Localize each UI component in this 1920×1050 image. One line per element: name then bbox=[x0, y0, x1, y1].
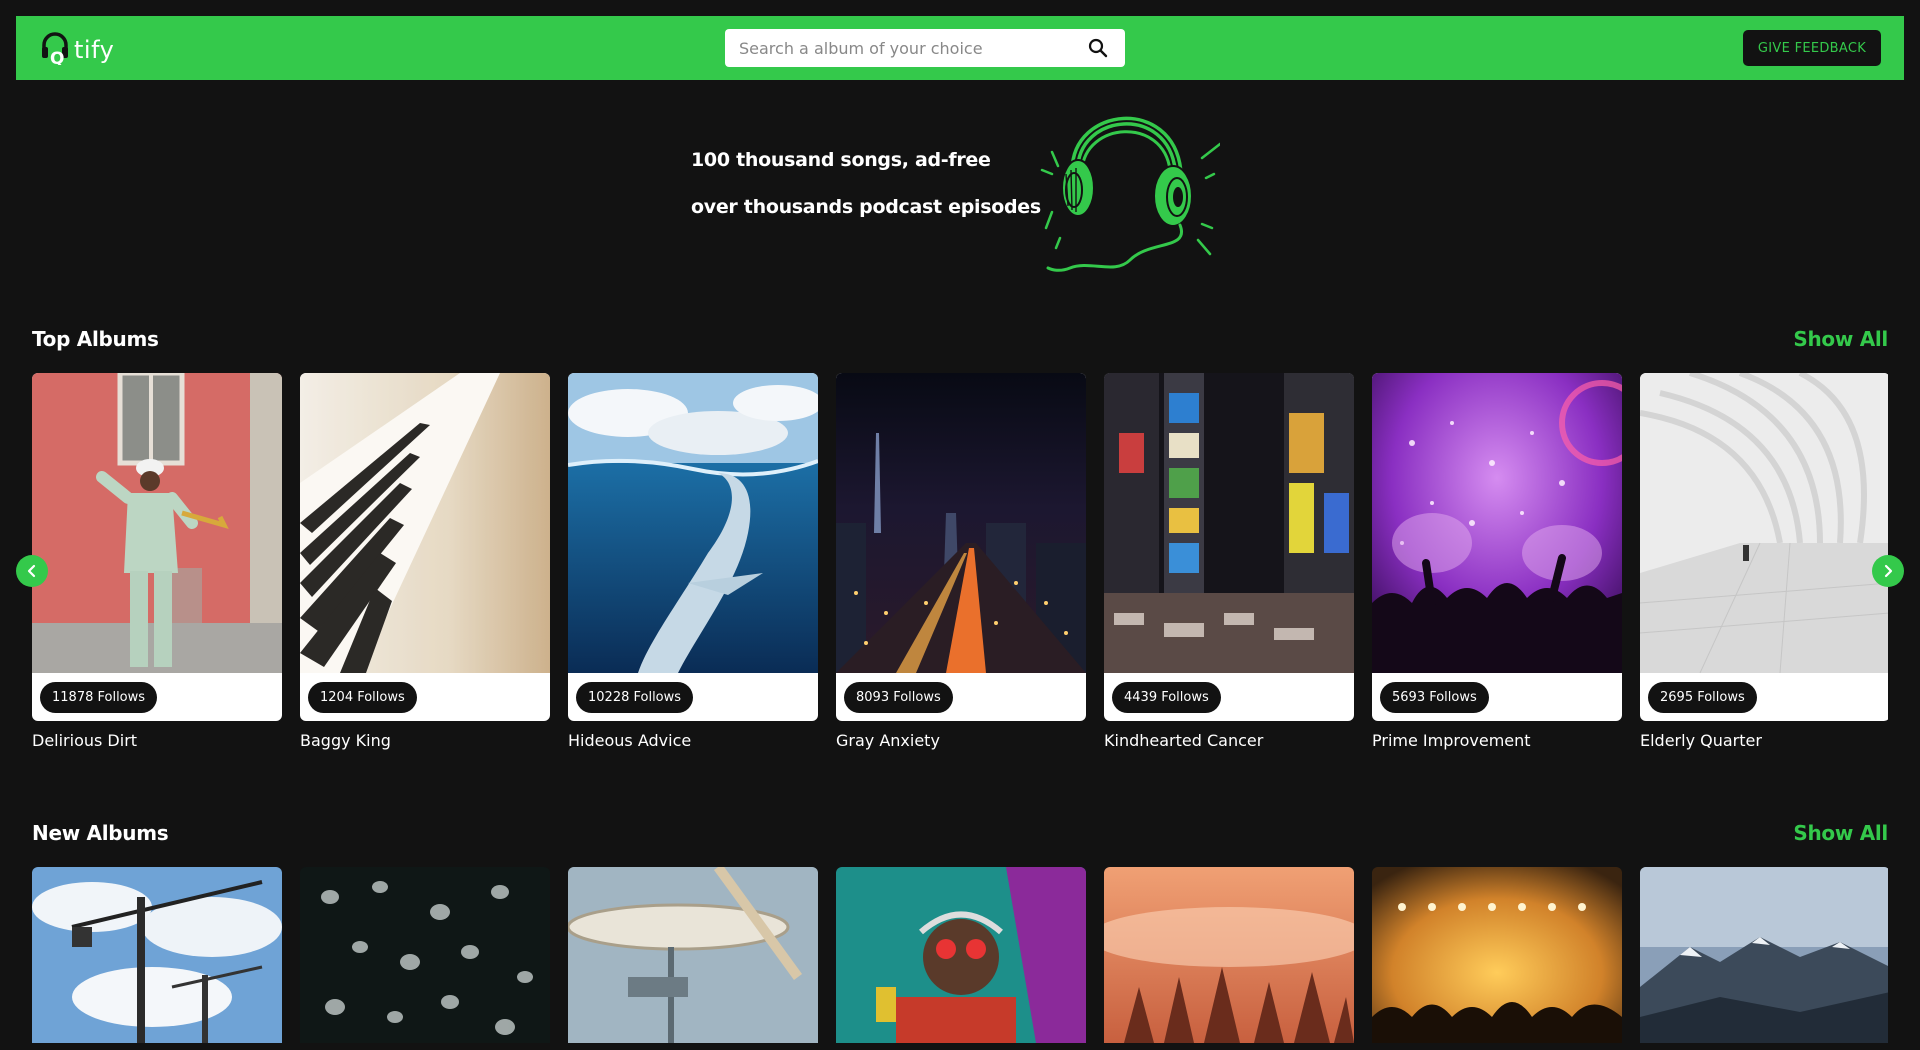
album-card[interactable]: 2695 Follows Elderly Quarter bbox=[1640, 373, 1888, 750]
album-name: Prime Improvement bbox=[1372, 731, 1531, 750]
hero-line-songs: 100 thousand songs, ad-free bbox=[691, 149, 991, 171]
top-albums-carousel: 11878 Follows Delirious Dirt 1204 Follow… bbox=[32, 373, 1888, 753]
navbar: Q tify GIVE FEEDBACK bbox=[16, 16, 1904, 80]
album-card[interactable]: 10228 Follows Hideous Advice bbox=[568, 373, 818, 750]
album-cover bbox=[568, 373, 818, 673]
top-albums-header: Top Albums Show All bbox=[32, 327, 1888, 351]
album-card-box: 10228 Follows bbox=[568, 373, 818, 721]
album-name: Gray Anxiety bbox=[836, 731, 940, 750]
chevron-right-icon bbox=[1884, 564, 1893, 578]
album-cover bbox=[836, 373, 1086, 673]
album-card[interactable]: 11878 Follows Delirious Dirt bbox=[32, 373, 282, 750]
new-albums-show-all[interactable]: Show All bbox=[1793, 821, 1888, 845]
headphones-icon: Q bbox=[42, 32, 68, 65]
svg-text:Q: Q bbox=[50, 49, 64, 65]
new-albums-title: New Albums bbox=[32, 821, 169, 845]
album-name: Baggy King bbox=[300, 731, 391, 750]
album-cover bbox=[568, 867, 818, 1043]
album-card-footer: 1204 Follows bbox=[300, 673, 550, 721]
new-albums-header: New Albums Show All bbox=[32, 821, 1888, 845]
follows-badge: 11878 Follows bbox=[40, 681, 158, 713]
logo-text: tify bbox=[74, 36, 115, 64]
album-card[interactable]: 8093 Follows Gray Anxiety bbox=[836, 373, 1086, 750]
album-card-box: 8093 Follows bbox=[836, 373, 1086, 721]
album-name: Hideous Advice bbox=[568, 731, 692, 750]
album-card-box: 1204 Follows bbox=[300, 373, 550, 721]
album-cover bbox=[1640, 867, 1888, 1043]
follows-badge: 10228 Follows bbox=[576, 681, 694, 713]
album-card[interactable] bbox=[1372, 867, 1622, 1043]
album-name: Elderly Quarter bbox=[1640, 731, 1762, 750]
album-cover bbox=[300, 373, 550, 673]
search-button[interactable] bbox=[1085, 35, 1111, 61]
hero-headphones-illustration bbox=[1040, 116, 1220, 272]
album-cover bbox=[1104, 867, 1354, 1043]
album-cover bbox=[1640, 373, 1888, 673]
hero-line-podcasts: over thousands podcast episodes bbox=[691, 196, 1041, 218]
album-card-box: 4439 Follows bbox=[1104, 373, 1354, 721]
album-cover bbox=[300, 867, 550, 1043]
album-card-footer: 11878 Follows bbox=[32, 673, 282, 721]
album-card[interactable] bbox=[568, 867, 818, 1043]
album-card[interactable]: 1204 Follows Baggy King bbox=[300, 373, 550, 750]
search-icon bbox=[1088, 38, 1108, 58]
top-albums-track: 11878 Follows Delirious Dirt 1204 Follow… bbox=[32, 373, 1888, 750]
album-card[interactable] bbox=[32, 867, 282, 1043]
album-cover bbox=[1372, 867, 1622, 1043]
album-cover bbox=[836, 867, 1086, 1043]
album-name: Delirious Dirt bbox=[32, 731, 138, 750]
follows-badge: 8093 Follows bbox=[844, 681, 953, 713]
follows-badge: 1204 Follows bbox=[308, 681, 417, 713]
album-card[interactable]: 5693 Follows Prime Improvement bbox=[1372, 373, 1622, 750]
album-card-footer: 2695 Follows bbox=[1640, 673, 1888, 721]
new-albums-carousel bbox=[32, 867, 1888, 1043]
album-cover bbox=[1372, 373, 1622, 673]
album-card-box: 5693 Follows bbox=[1372, 373, 1622, 721]
album-card[interactable] bbox=[300, 867, 550, 1043]
album-card[interactable]: 4439 Follows Kindhearted Cancer bbox=[1104, 373, 1354, 750]
follows-badge: 4439 Follows bbox=[1112, 681, 1221, 713]
new-albums-track bbox=[32, 867, 1888, 1043]
album-cover bbox=[32, 373, 282, 673]
hero-text: 100 thousand songs, ad-free over thousan… bbox=[691, 148, 1041, 219]
album-name: Kindhearted Cancer bbox=[1104, 731, 1264, 750]
follows-badge: 2695 Follows bbox=[1648, 681, 1757, 713]
logo[interactable]: Q tify bbox=[40, 16, 114, 80]
album-card[interactable] bbox=[1640, 867, 1888, 1043]
album-card-footer: 8093 Follows bbox=[836, 673, 1086, 721]
search-input[interactable] bbox=[739, 38, 1085, 58]
album-cover bbox=[1104, 373, 1354, 673]
top-albums-show-all[interactable]: Show All bbox=[1793, 327, 1888, 351]
carousel-next-button[interactable] bbox=[1872, 555, 1904, 587]
album-card[interactable] bbox=[836, 867, 1086, 1043]
album-card-box: 11878 Follows bbox=[32, 373, 282, 721]
album-cover bbox=[32, 867, 282, 1043]
chevron-left-icon bbox=[27, 564, 36, 578]
album-card-footer: 4439 Follows bbox=[1104, 673, 1354, 721]
album-card-box: 2695 Follows bbox=[1640, 373, 1888, 721]
follows-badge: 5693 Follows bbox=[1380, 681, 1489, 713]
carousel-prev-button[interactable] bbox=[16, 555, 48, 587]
album-card[interactable] bbox=[1104, 867, 1354, 1043]
give-feedback-button[interactable]: GIVE FEEDBACK bbox=[1743, 30, 1881, 66]
search-bar bbox=[725, 29, 1125, 67]
top-albums-title: Top Albums bbox=[32, 327, 159, 351]
album-card-footer: 10228 Follows bbox=[568, 673, 818, 721]
album-card-footer: 5693 Follows bbox=[1372, 673, 1622, 721]
